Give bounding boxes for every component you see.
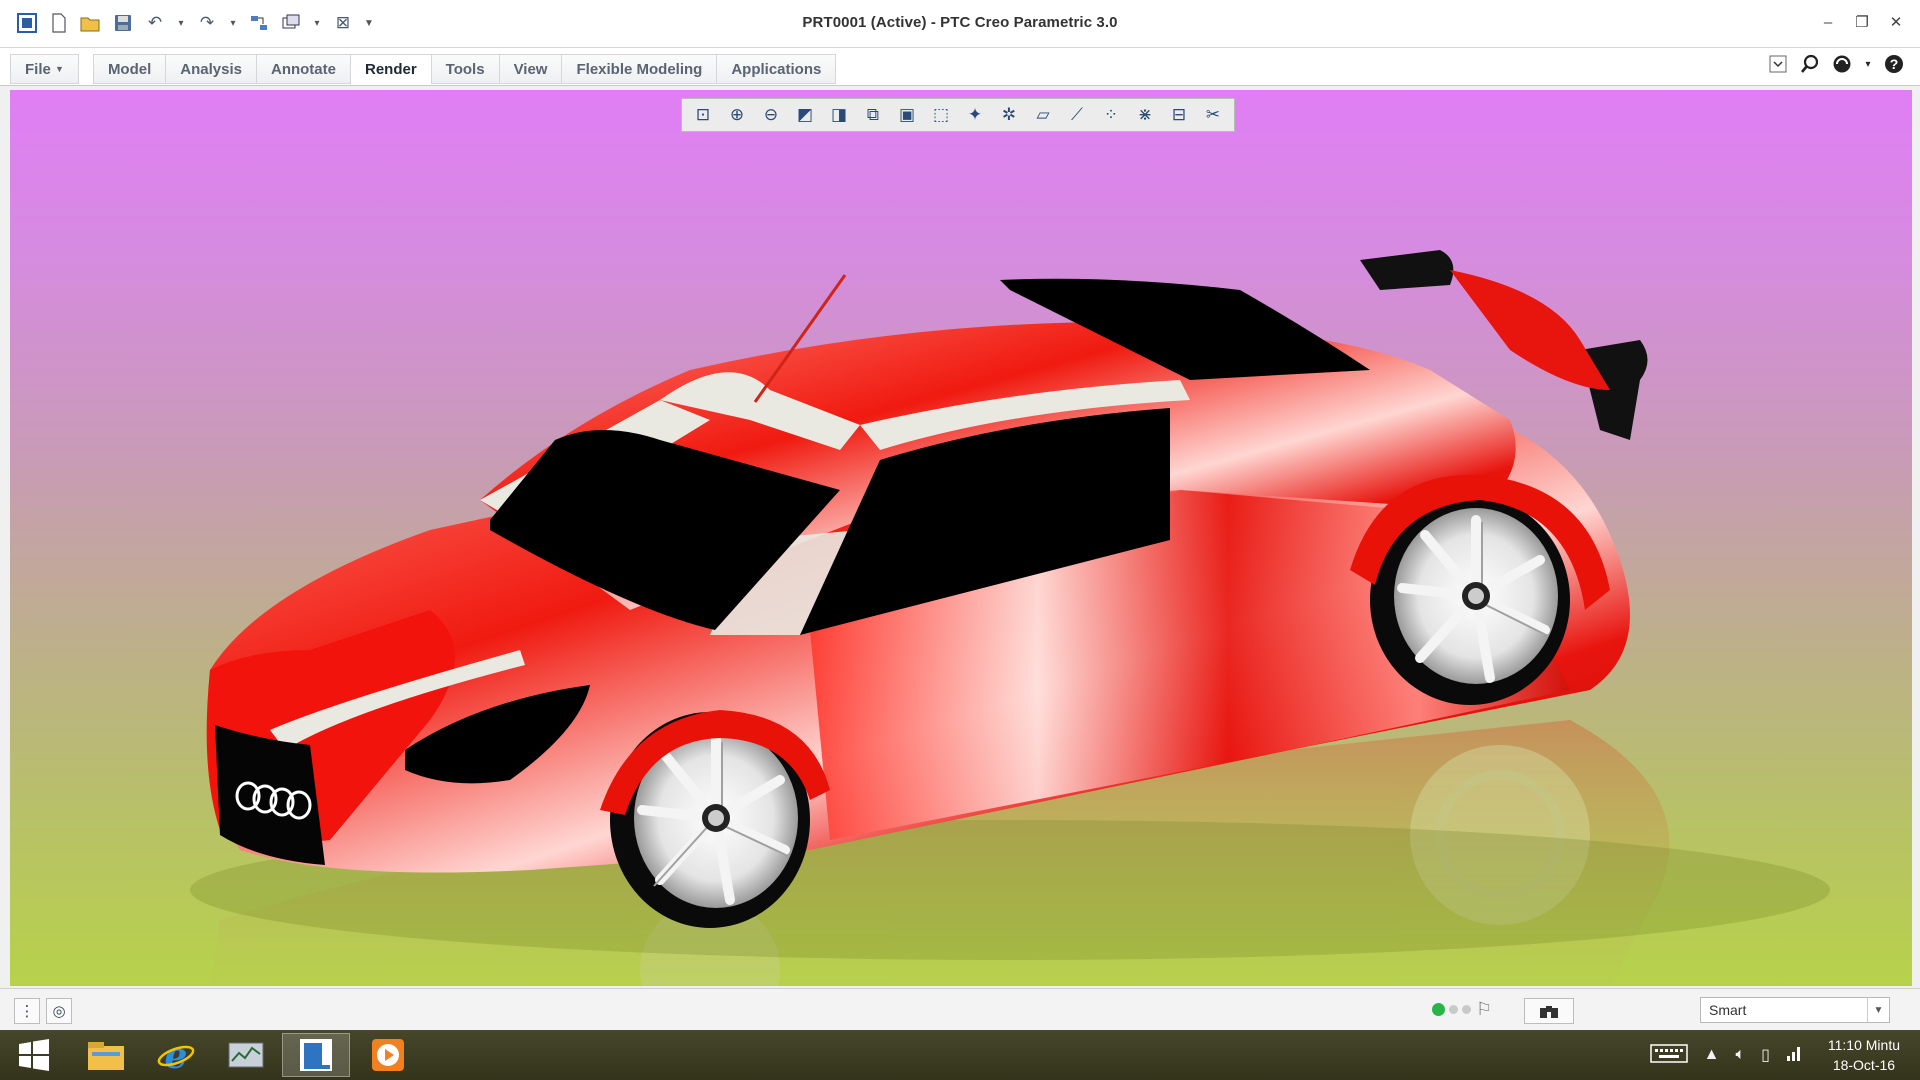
search-icon[interactable]: [1798, 52, 1822, 76]
tab-tools[interactable]: Tools: [430, 54, 499, 84]
svg-text:?: ?: [1890, 56, 1899, 72]
minimize-ribbon-icon[interactable]: [1766, 52, 1790, 76]
tab-file-label: File: [25, 60, 51, 78]
help-icon[interactable]: ?: [1882, 52, 1906, 76]
file-explorer-icon[interactable]: [72, 1033, 140, 1077]
volume-icon[interactable]: 🔈︎: [1735, 1046, 1745, 1064]
creo-parametric-taskbar-button[interactable]: [282, 1033, 350, 1077]
show-hidden-icons-icon[interactable]: ▲: [1704, 1046, 1720, 1064]
regeneration-status-icon: [1432, 1003, 1471, 1016]
start-button[interactable]: [0, 1033, 68, 1077]
axis-display-icon[interactable]: ⟋: [1062, 101, 1092, 129]
spin-center-icon[interactable]: ✦: [960, 101, 990, 129]
view-manager-icon[interactable]: ▣: [892, 101, 922, 129]
tab-view[interactable]: View: [498, 54, 562, 84]
minimize-button[interactable]: ‒: [1812, 8, 1844, 36]
internet-explorer-icon[interactable]: e: [142, 1033, 210, 1077]
csys-display-icon[interactable]: ⋇: [1130, 101, 1160, 129]
status-bar: ⋮ ◎ ⚐ Smart ▼: [0, 988, 1920, 1030]
flag-icon[interactable]: ⚐: [1476, 999, 1492, 1020]
community-icon[interactable]: [1830, 52, 1854, 76]
appearance-icon[interactable]: ✂: [1198, 101, 1228, 129]
network-signal-icon[interactable]: [1786, 1044, 1802, 1067]
saved-orientations-icon[interactable]: ⧉: [858, 101, 888, 129]
perspective-view-icon[interactable]: ⬚: [926, 101, 956, 129]
tab-render[interactable]: Render: [349, 54, 431, 85]
front-grille: [215, 725, 325, 865]
zoom-out-icon[interactable]: ⊖: [756, 101, 786, 129]
status-dot: [1462, 1005, 1471, 1014]
battery-icon[interactable]: ▯: [1761, 1045, 1770, 1065]
status-dot: [1449, 1005, 1458, 1014]
close-button[interactable]: ✕: [1880, 8, 1912, 36]
datum-display-icon[interactable]: ✲: [994, 101, 1024, 129]
car-model-render: [190, 250, 1830, 986]
windows-taskbar: e ▲ 🔈︎ ▯ 11:10 Mintu 18-Oct-16: [0, 1030, 1920, 1080]
point-display-icon[interactable]: ⁘: [1096, 101, 1126, 129]
maximize-button[interactable]: ❐: [1846, 8, 1878, 36]
clock-date: 18-Oct-16: [1832, 1057, 1896, 1073]
tab-model[interactable]: Model: [92, 54, 166, 84]
tab-annotate[interactable]: Annotate: [255, 54, 350, 84]
browser-toggle-icon[interactable]: ◎: [46, 998, 72, 1024]
selection-filter-value: Smart: [1709, 1002, 1747, 1018]
graphics-window[interactable]: ⊡ ⊕ ⊖ ◩ ◨ ⧉ ▣ ⬚ ✦ ✲ ▱ ⟋ ⁘ ⋇ ⊟ ✂: [10, 90, 1912, 986]
repaint-icon[interactable]: ◩: [790, 101, 820, 129]
windows-logo-icon: [19, 1039, 49, 1071]
tab-file[interactable]: File ▼: [10, 54, 79, 84]
svg-text:e: e: [165, 1036, 188, 1074]
task-manager-icon[interactable]: [212, 1033, 280, 1077]
ribbon-right-icons: ▾ ?: [1766, 52, 1906, 76]
clock-time: 11:10 Mintu: [1827, 1037, 1900, 1053]
keyboard-icon[interactable]: [1649, 1042, 1688, 1069]
window-title: PRT0001 (Active) - PTC Creo Parametric 3…: [802, 14, 1118, 31]
selection-filter-dropdown[interactable]: Smart ▼: [1700, 997, 1890, 1023]
tab-analysis[interactable]: Analysis: [165, 54, 256, 84]
ribbon: File ▼ Model Analysis Annotate Render To…: [0, 48, 1920, 86]
taskbar-clock[interactable]: 11:10 Mintu 18-Oct-16: [1828, 1035, 1900, 1075]
model-tree-toggle-icon[interactable]: ⋮: [14, 998, 40, 1024]
media-player-icon[interactable]: [354, 1033, 422, 1077]
tab-flexible-modeling[interactable]: Flexible Modeling: [561, 54, 717, 84]
find-icon[interactable]: [1524, 998, 1574, 1024]
zoom-in-icon[interactable]: ⊕: [722, 101, 752, 129]
chevron-down-icon: ▼: [55, 64, 64, 74]
ribbon-tabs: File ▼ Model Analysis Annotate Render To…: [10, 54, 837, 85]
display-style-icon[interactable]: ◨: [824, 101, 854, 129]
tab-applications[interactable]: Applications: [716, 54, 837, 84]
chevron-down-icon[interactable]: ▼: [1867, 998, 1889, 1022]
plane-display-icon[interactable]: ▱: [1028, 101, 1058, 129]
view-toolbar: ⊡ ⊕ ⊖ ◩ ◨ ⧉ ▣ ⬚ ✦ ✲ ▱ ⟋ ⁘ ⋇ ⊟ ✂: [681, 98, 1235, 132]
status-dot-green: [1432, 1003, 1445, 1016]
window-controls: ‒ ❐ ✕: [1812, 8, 1912, 36]
system-tray: ▲ 🔈︎ ▯ 11:10 Mintu 18-Oct-16: [1649, 1030, 1900, 1080]
community-dropdown-icon[interactable]: ▾: [1862, 52, 1874, 76]
refit-icon[interactable]: ⊡: [688, 101, 718, 129]
annotation-display-icon[interactable]: ⊟: [1164, 101, 1194, 129]
title-bar: ↶ ▾ ↷ ▾ ▾ ⊠ ▼ PRT0001 (Active) - PTC Cre…: [0, 0, 1920, 48]
